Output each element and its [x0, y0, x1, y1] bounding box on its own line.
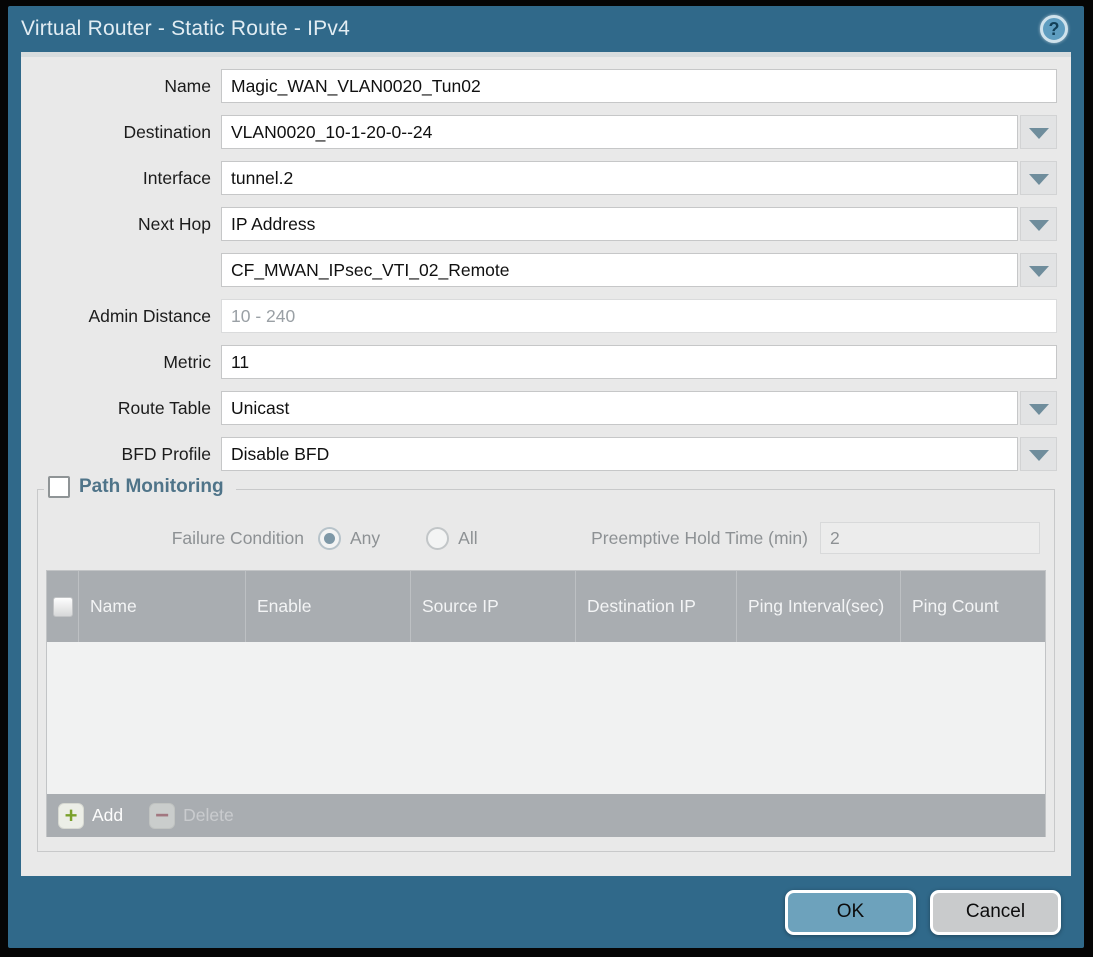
path-monitoring-table: Name Enable Source IP Destination IP Pin…: [46, 570, 1046, 837]
form-row-destination: Destination: [21, 115, 1057, 149]
form-row-next-hop: Next Hop: [21, 207, 1057, 241]
plus-icon: +: [58, 803, 84, 829]
form-row-route-table: Route Table: [21, 391, 1057, 425]
next-hop-type-input[interactable]: [221, 207, 1018, 241]
column-header-source-ip[interactable]: Source IP: [411, 571, 576, 642]
delete-button-label: Delete: [183, 805, 234, 826]
dialog-footer: OK Cancel: [8, 876, 1084, 948]
help-icon[interactable]: ?: [1040, 15, 1068, 43]
bfd-profile-label: BFD Profile: [21, 444, 221, 465]
select-all-checkbox[interactable]: [53, 597, 73, 617]
table-header-row: Name Enable Source IP Destination IP Pin…: [47, 571, 1045, 642]
add-button[interactable]: + Add: [58, 803, 123, 829]
chevron-down-icon: [1029, 266, 1049, 277]
interface-label: Interface: [21, 168, 221, 189]
failure-condition-row: Failure Condition Any All Preemptive Hol…: [46, 522, 1046, 554]
admin-distance-input[interactable]: [221, 299, 1057, 333]
dialog-titlebar: Virtual Router - Static Route - IPv4 ?: [8, 6, 1084, 52]
chevron-down-icon: [1029, 404, 1049, 415]
form-row-metric: Metric: [21, 345, 1057, 379]
admin-distance-label: Admin Distance: [21, 306, 221, 327]
next-hop-label: Next Hop: [21, 214, 221, 235]
route-table-dropdown-button[interactable]: [1020, 391, 1057, 425]
interface-dropdown-button[interactable]: [1020, 161, 1057, 195]
column-header-name[interactable]: Name: [79, 571, 246, 642]
chevron-down-icon: [1029, 220, 1049, 231]
add-button-label: Add: [92, 805, 123, 826]
preemptive-hold-time-label: Preemptive Hold Time (min): [591, 528, 820, 549]
delete-button[interactable]: − Delete: [149, 803, 234, 829]
preemptive-hold-time-input[interactable]: [820, 522, 1040, 554]
interface-input[interactable]: [221, 161, 1018, 195]
metric-label: Metric: [21, 352, 221, 373]
chevron-down-icon: [1029, 174, 1049, 185]
column-header-destination-ip[interactable]: Destination IP: [576, 571, 737, 642]
next-hop-dropdown-button[interactable]: [1020, 207, 1057, 241]
route-table-label: Route Table: [21, 398, 221, 419]
static-route-dialog: Virtual Router - Static Route - IPv4 ? N…: [8, 6, 1084, 948]
dialog-window: Virtual Router - Static Route - IPv4 ? N…: [0, 0, 1093, 957]
table-body-empty: [47, 642, 1045, 794]
table-action-bar: + Add − Delete: [47, 794, 1045, 837]
column-header-ping-count[interactable]: Ping Count: [901, 571, 1045, 642]
path-monitoring-legend: Path Monitoring: [44, 476, 236, 498]
name-input[interactable]: [221, 69, 1057, 103]
destination-label: Destination: [21, 122, 221, 143]
form-row-interface: Interface: [21, 161, 1057, 195]
ok-button[interactable]: OK: [785, 890, 916, 935]
next-hop-address-input[interactable]: [221, 253, 1018, 287]
failure-condition-all-label: All: [458, 528, 477, 549]
form-row-next-hop-address: [21, 253, 1057, 287]
path-monitoring-title: Path Monitoring: [79, 476, 224, 498]
form-row-bfd-profile: BFD Profile: [21, 437, 1057, 471]
failure-condition-any-radio[interactable]: [318, 527, 341, 550]
form-row-admin-distance: Admin Distance: [21, 299, 1057, 333]
name-label: Name: [21, 76, 221, 97]
failure-condition-label: Failure Condition: [46, 528, 318, 549]
path-monitoring-checkbox[interactable]: [48, 476, 70, 498]
failure-condition-all-radio[interactable]: [426, 527, 449, 550]
chevron-down-icon: [1029, 128, 1049, 139]
column-header-enable[interactable]: Enable: [246, 571, 411, 642]
metric-input[interactable]: [221, 345, 1057, 379]
bfd-profile-input[interactable]: [221, 437, 1018, 471]
failure-condition-any-label: Any: [350, 528, 380, 549]
destination-input[interactable]: [221, 115, 1018, 149]
route-table-input[interactable]: [221, 391, 1018, 425]
cancel-button[interactable]: Cancel: [930, 890, 1061, 935]
form-row-name: Name: [21, 69, 1057, 103]
destination-dropdown-button[interactable]: [1020, 115, 1057, 149]
column-header-ping-interval[interactable]: Ping Interval(sec): [737, 571, 901, 642]
dialog-content: Name Destination Interface: [21, 52, 1071, 876]
path-monitoring-section: Path Monitoring Failure Condition Any Al…: [37, 489, 1055, 852]
minus-icon: −: [149, 803, 175, 829]
next-hop-address-dropdown-button[interactable]: [1020, 253, 1057, 287]
dialog-title: Virtual Router - Static Route - IPv4: [21, 17, 350, 41]
bfd-profile-dropdown-button[interactable]: [1020, 437, 1057, 471]
table-header-checkbox-cell: [47, 571, 79, 642]
chevron-down-icon: [1029, 450, 1049, 461]
